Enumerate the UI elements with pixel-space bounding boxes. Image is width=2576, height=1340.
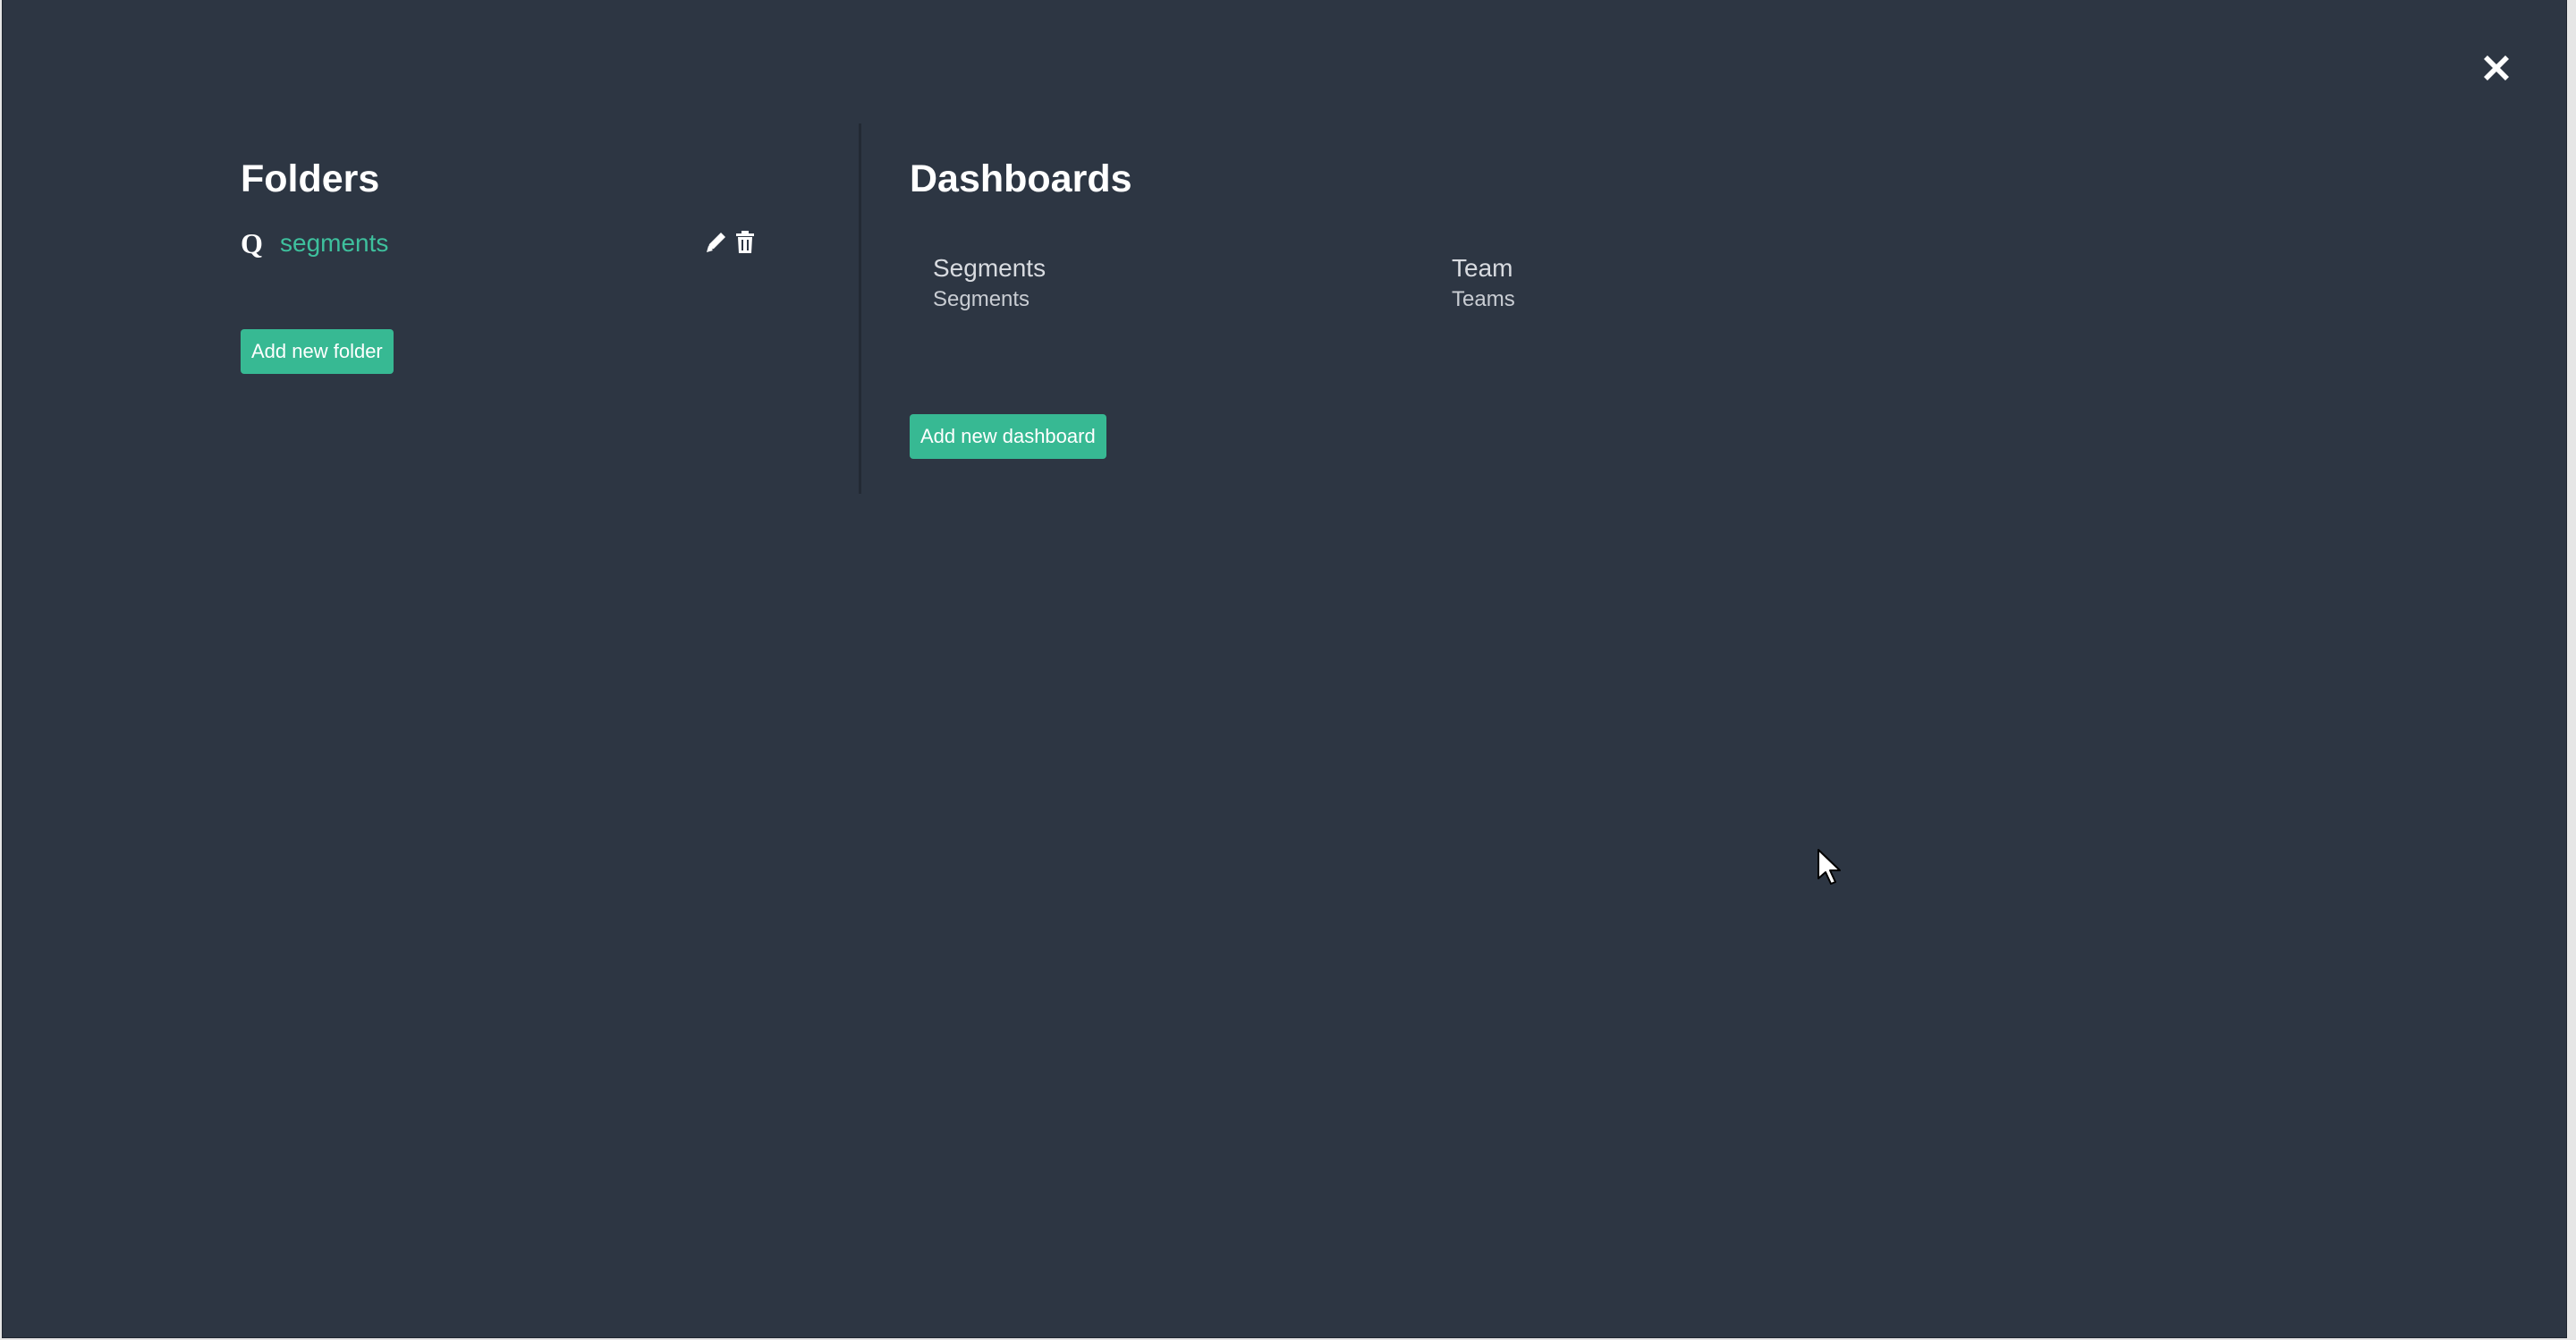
dashboard-item-segments[interactable]: Segments Segments <box>933 252 1046 315</box>
mouse-pointer-icon <box>1816 848 1844 887</box>
dashboards-panel: Dashboards Segments Segments Team Teams … <box>910 152 2162 459</box>
folder-type-icon: Q <box>241 226 263 259</box>
folders-panel: Folders Q segments Add new folder <box>241 152 795 374</box>
panel-divider <box>859 123 861 494</box>
add-new-folder-button[interactable]: Add new folder <box>241 329 394 374</box>
edit-folder-button[interactable] <box>704 229 729 256</box>
modal-overlay: Folders Q segments Add new folder Dashbo… <box>2 0 2567 1338</box>
pencil-icon <box>707 233 725 252</box>
trash-icon <box>736 231 754 253</box>
folder-actions <box>704 229 758 256</box>
delete-folder-button[interactable] <box>733 229 758 256</box>
folder-item[interactable]: Q segments <box>241 225 795 261</box>
close-icon <box>2484 55 2509 81</box>
folder-name-link[interactable]: segments <box>280 229 388 258</box>
dashboard-title: Team <box>1452 254 1513 282</box>
dashboard-subtitle: Segments <box>933 287 1030 311</box>
dashboard-subtitle: Teams <box>1452 287 1515 311</box>
add-new-dashboard-button[interactable]: Add new dashboard <box>910 414 1106 459</box>
dashboard-item-team[interactable]: Team Teams <box>1452 252 1515 315</box>
dashboards-title: Dashboards <box>910 157 1132 200</box>
close-button[interactable] <box>2479 50 2514 86</box>
dashboard-title: Segments <box>933 254 1046 282</box>
folders-title: Folders <box>241 157 380 200</box>
